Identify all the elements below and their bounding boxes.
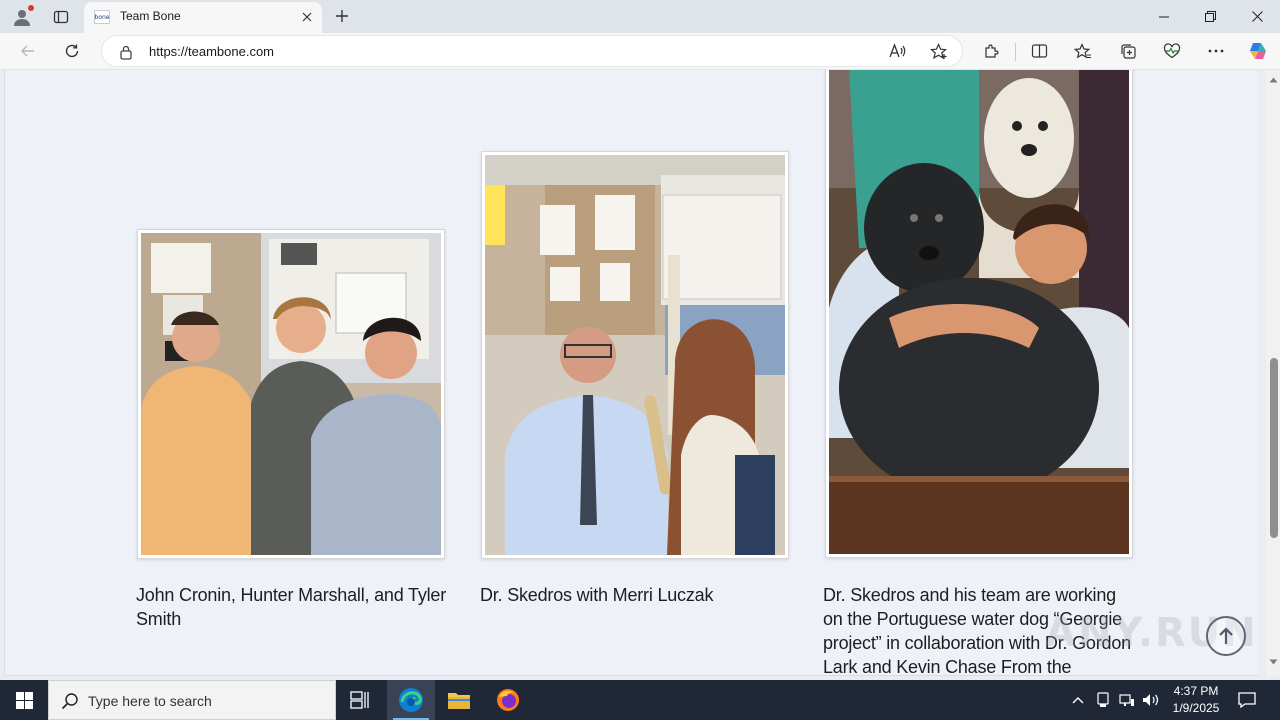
file-explorer-taskbar-button[interactable] xyxy=(435,680,483,720)
task-view-icon xyxy=(350,691,369,709)
copilot-icon xyxy=(1250,43,1266,59)
collections-button[interactable] xyxy=(1113,37,1143,65)
collections-icon xyxy=(1120,43,1136,59)
close-icon xyxy=(302,12,312,22)
team-photo-card[interactable] xyxy=(137,229,445,559)
minimize-button[interactable] xyxy=(1141,0,1187,33)
system-clock[interactable]: 4:37 PM 1/9/2025 xyxy=(1160,683,1232,717)
search-placeholder: Type here to search xyxy=(88,693,212,709)
restore-button[interactable] xyxy=(1187,0,1233,33)
favicon-text: bone xyxy=(94,13,110,21)
tab-actions-button[interactable] xyxy=(48,4,74,30)
scroll-to-top-button[interactable] xyxy=(1206,616,1246,656)
skedros-photo-card[interactable] xyxy=(481,151,789,559)
clock-date: 1/9/2025 xyxy=(1172,701,1220,715)
more-icon xyxy=(1208,49,1224,53)
back-button[interactable] xyxy=(13,37,43,65)
add-favorite-button[interactable] xyxy=(924,38,952,64)
favorites-icon xyxy=(1074,42,1091,58)
toolbar-separator xyxy=(1015,43,1016,61)
team-photo xyxy=(141,233,441,555)
browser-toolbar: https://teambone.com xyxy=(0,33,1280,70)
puzzle-icon xyxy=(984,43,999,58)
gallery-section: John Cronin, Hunter Marshall, and Tyler … xyxy=(4,70,1280,677)
tray-overflow-chevron-icon[interactable] xyxy=(1068,690,1088,710)
split-screen-icon xyxy=(1031,44,1047,58)
favorites-button[interactable] xyxy=(1068,37,1098,65)
refresh-button[interactable] xyxy=(57,37,87,65)
extensions-button[interactable] xyxy=(976,37,1006,65)
performance-button[interactable] xyxy=(1157,37,1187,65)
notification-icon xyxy=(1238,692,1256,708)
skedros-photo xyxy=(485,155,785,555)
search-icon xyxy=(61,693,78,710)
photo-caption: Dr. Skedros with Merri Luczak xyxy=(480,585,714,605)
notification-center-button[interactable] xyxy=(1232,680,1262,720)
scrollbar-thumb[interactable] xyxy=(1270,358,1278,538)
close-tab-button[interactable] xyxy=(298,8,316,26)
favicon-icon: bone xyxy=(94,10,110,24)
georgie-project-photo-card[interactable] xyxy=(825,70,1133,558)
close-window-button[interactable] xyxy=(1234,0,1280,33)
back-arrow-icon xyxy=(21,45,34,57)
web-page-viewport: John Cronin, Hunter Marshall, and Tyler … xyxy=(0,70,1280,680)
close-icon xyxy=(1251,11,1263,22)
scroll-down-arrow-icon[interactable] xyxy=(1266,656,1280,668)
vertical-scrollbar[interactable] xyxy=(1266,70,1280,676)
folder-icon xyxy=(448,693,470,709)
edge-icon xyxy=(399,688,423,712)
minimize-icon xyxy=(1159,16,1169,17)
volume-icon[interactable] xyxy=(1141,690,1161,710)
device-icon[interactable] xyxy=(1093,690,1113,710)
plus-icon xyxy=(336,10,348,22)
address-bar[interactable]: https://teambone.com xyxy=(101,35,963,67)
notification-dot xyxy=(28,5,34,11)
profile-button[interactable] xyxy=(8,4,36,30)
clock-time: 4:37 PM xyxy=(1173,684,1219,698)
url-text[interactable]: https://teambone.com xyxy=(149,44,274,59)
read-aloud-button[interactable] xyxy=(884,38,912,64)
firefox-icon xyxy=(497,689,519,711)
refresh-icon xyxy=(65,44,79,58)
task-view-button[interactable] xyxy=(336,680,384,720)
photo-caption: John Cronin, Hunter Marshall, and Tyler … xyxy=(136,585,447,629)
browser-tab-active[interactable]: bone Team Bone xyxy=(84,2,322,34)
more-menu-button[interactable] xyxy=(1201,37,1231,65)
heart-pulse-icon xyxy=(1163,43,1181,59)
firefox-taskbar-button[interactable] xyxy=(484,680,532,720)
browser-tab-strip: bone Team Bone xyxy=(0,0,1280,34)
windows-logo-icon xyxy=(15,691,33,709)
star-icon xyxy=(929,42,947,59)
start-button[interactable] xyxy=(0,680,48,720)
split-screen-button[interactable] xyxy=(1024,37,1054,65)
tab-actions-icon xyxy=(53,10,69,24)
read-aloud-icon xyxy=(889,43,906,58)
new-tab-button[interactable] xyxy=(329,3,355,29)
georgie-project-photo xyxy=(829,70,1129,554)
scroll-up-arrow-icon[interactable] xyxy=(1266,74,1280,86)
restore-icon xyxy=(1204,11,1216,22)
edge-taskbar-button[interactable] xyxy=(387,680,435,720)
lock-icon[interactable] xyxy=(118,44,134,60)
tab-title: Team Bone xyxy=(120,9,181,23)
arrow-up-icon xyxy=(1219,627,1233,644)
windows-taskbar: Type here to search 4:37 PM 1/9/2025 xyxy=(0,680,1280,720)
copilot-button[interactable] xyxy=(1243,37,1273,65)
network-icon[interactable] xyxy=(1117,690,1137,710)
taskbar-search-box[interactable]: Type here to search xyxy=(48,680,336,720)
